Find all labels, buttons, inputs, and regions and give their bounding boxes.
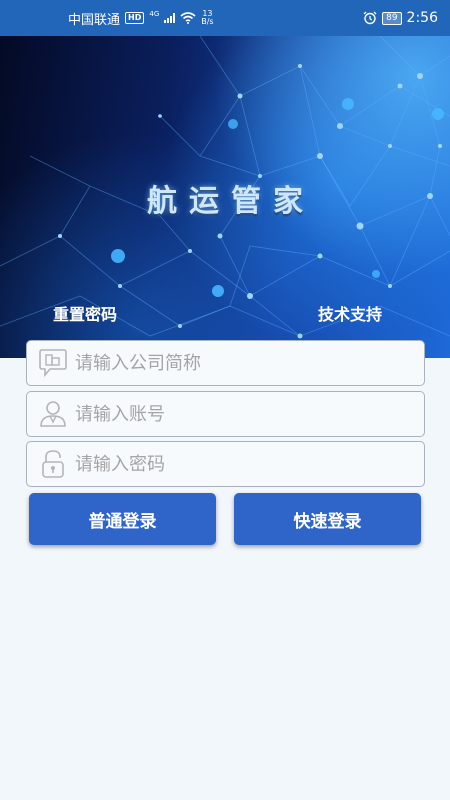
company-icon xyxy=(33,341,73,385)
status-bar: 中国联通 HD 4G 13 B/s 89 2:56 xyxy=(0,0,450,36)
wifi-icon xyxy=(180,12,196,24)
account-field[interactable] xyxy=(26,391,425,437)
account-input[interactable] xyxy=(73,392,424,436)
status-left: 中国联通 HD 4G 13 B/s xyxy=(68,9,214,28)
signal-icon xyxy=(164,13,176,23)
network-type: 4G xyxy=(149,10,160,18)
hd-badge: HD xyxy=(125,12,145,24)
normal-login-button[interactable]: 普通登录 xyxy=(29,493,216,545)
battery-icon: 89 xyxy=(382,11,402,25)
user-icon xyxy=(33,392,73,436)
tech-support-link[interactable]: 技术支持 xyxy=(318,301,382,325)
status-right: 89 2:56 xyxy=(363,10,438,26)
carrier-name: 中国联通 xyxy=(68,12,121,28)
hero-banner: 航运管家 重置密码 技术支持 xyxy=(0,36,450,358)
company-input[interactable] xyxy=(73,341,424,385)
reset-password-link[interactable]: 重置密码 xyxy=(53,301,117,325)
password-field[interactable] xyxy=(26,441,425,487)
clock-time: 2:56 xyxy=(406,10,438,26)
password-input[interactable] xyxy=(73,442,424,486)
company-field[interactable] xyxy=(26,340,425,386)
quick-login-button[interactable]: 快速登录 xyxy=(234,493,421,545)
speed-unit: B/s xyxy=(201,17,214,26)
app-title: 航运管家 xyxy=(147,184,315,219)
network-speed: 13 B/s xyxy=(201,10,213,26)
lock-icon xyxy=(33,442,73,486)
alarm-icon xyxy=(363,11,377,25)
